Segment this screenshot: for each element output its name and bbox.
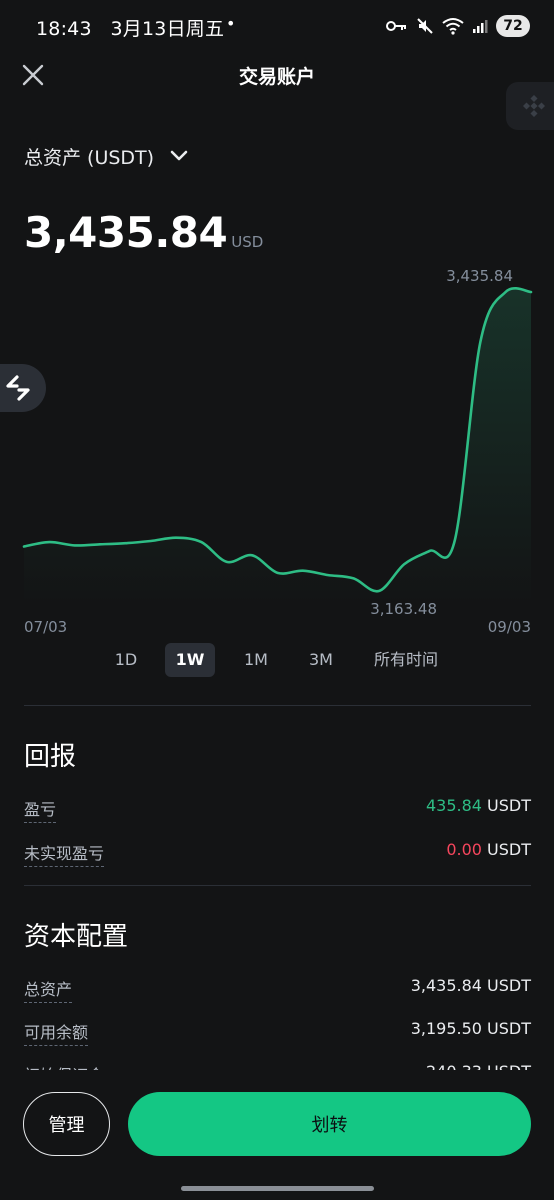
manage-button[interactable]: 管理	[23, 1092, 110, 1156]
bottom-action-bar: 管理 划转	[0, 1070, 554, 1200]
pnl-unit: USDT	[487, 796, 531, 815]
balance-chart[interactable]: 3,435.84 3,163.48 07/03 09/03	[0, 255, 554, 645]
chart-min-label: 3,163.48	[370, 600, 437, 618]
divider	[24, 885, 531, 886]
key-icon	[386, 21, 406, 31]
battery-icon: 72	[496, 15, 530, 37]
available-balance-row: 可用余额 3,195.50 USDT	[24, 1019, 531, 1047]
status-bar: 18:43 3月13日周五 • 72	[0, 0, 554, 56]
transfer-button[interactable]: 划转	[128, 1092, 531, 1156]
pnl-label[interactable]: 盈亏	[24, 796, 57, 823]
side-menu-button[interactable]	[506, 82, 554, 130]
range-tab-1m[interactable]: 1M	[234, 643, 278, 677]
total-assets-label[interactable]: 总资产	[24, 976, 73, 1003]
trading-account-screen: 18:43 3月13日周五 • 72 交易账户 总资产 (USDT) 3,435…	[0, 0, 554, 1200]
allocation-section-title: 资本配置	[24, 922, 129, 952]
chart-area-fill	[24, 288, 531, 605]
total-balance-unit: USD	[231, 233, 264, 251]
signal-icon	[473, 20, 488, 33]
balance-row: 3,435.84 USD	[24, 208, 263, 257]
divider	[24, 705, 531, 706]
pnl-amount: 435.84	[425, 796, 482, 815]
pnl-row: 盈亏 435.84 USDT	[24, 796, 531, 824]
range-tab-1d[interactable]: 1D	[105, 643, 147, 677]
floating-swap-button[interactable]	[0, 364, 46, 412]
unrealized-pnl-label[interactable]: 未实现盈亏	[24, 840, 105, 867]
asset-selector-label: 总资产 (USDT)	[24, 146, 155, 169]
unrealized-pnl-amount: 0.00	[446, 840, 482, 859]
unrealized-pnl-row: 未实现盈亏 0.00 USDT	[24, 840, 531, 868]
total-balance-value: 3,435.84	[24, 208, 228, 257]
binance-icon	[523, 95, 545, 117]
chart-max-label: 3,435.84	[446, 267, 513, 285]
top-header: 交易账户	[0, 56, 554, 96]
chevron-down-icon	[170, 150, 188, 161]
pnl-value: 435.84 USDT	[426, 796, 531, 815]
total-assets-value: 3,435.84 USDT	[410, 976, 531, 995]
total-assets-row: 总资产 3,435.84 USDT	[24, 976, 531, 1004]
notification-dot: •	[226, 14, 236, 33]
available-balance-label[interactable]: 可用余额	[24, 1019, 89, 1046]
time-range-tabs: 1D 1W 1M 3M 所有时间	[0, 643, 554, 677]
returns-section-title: 回报	[24, 742, 77, 772]
range-tab-3m[interactable]: 3M	[298, 643, 344, 677]
status-icons: 72	[386, 12, 530, 40]
wifi-icon	[442, 18, 464, 35]
range-tab-all-time[interactable]: 所有时间	[362, 643, 450, 677]
mute-icon	[417, 18, 433, 34]
chart-x-end-label: 09/03	[488, 618, 531, 636]
asset-selector[interactable]: 总资产 (USDT)	[24, 140, 188, 172]
chart-x-start-label: 07/03	[24, 618, 67, 636]
available-balance-value: 3,195.50 USDT	[410, 1019, 531, 1038]
unrealized-pnl-unit: USDT	[487, 840, 531, 859]
unrealized-pnl-value: 0.00 USDT	[446, 840, 531, 859]
home-indicator[interactable]	[181, 1186, 374, 1191]
range-tab-1w[interactable]: 1W	[165, 643, 215, 677]
page-title: 交易账户	[238, 66, 315, 88]
status-date: 3月13日周五	[110, 18, 225, 40]
status-time: 18:43 3月13日周五	[36, 14, 224, 41]
status-clock: 18:43	[36, 18, 92, 40]
swap-arrows-icon	[6, 375, 30, 401]
